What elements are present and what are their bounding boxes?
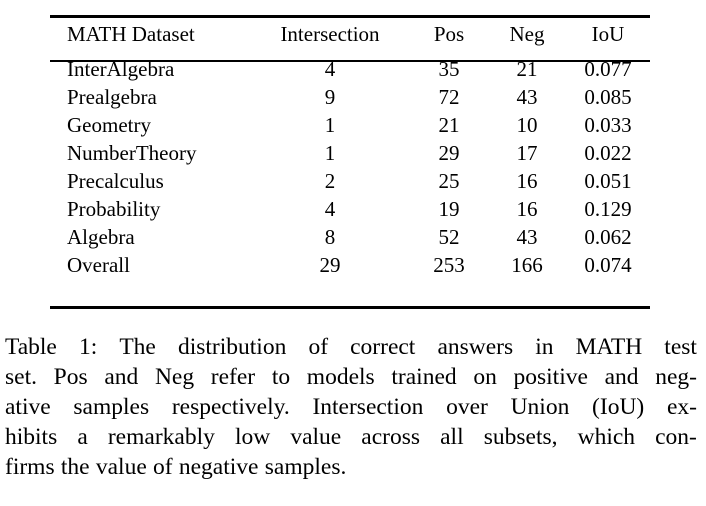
cell-pos: 253	[433, 253, 465, 277]
table-caption: Table 1: The distribution of correct answers in…	[5, 332, 697, 482]
cell-dataset: Precalculus	[67, 169, 164, 193]
cell-dataset: Prealgebra	[67, 85, 157, 109]
cell-iou: 0.129	[584, 197, 632, 221]
cell-neg: 16	[516, 197, 538, 221]
column-header-iou: IoU	[591, 22, 625, 46]
cell-intersection: 9	[324, 85, 336, 109]
cell-intersection: 2	[324, 169, 336, 193]
cell-intersection: 1	[324, 113, 336, 137]
table-row: Precalculus 2 25 16 0.051	[50, 167, 650, 195]
cell-neg: 166	[511, 253, 543, 277]
table-body: InterAlgebra 4 35 21 0.077 Prealgebra 9 …	[50, 55, 650, 279]
table-header-rule	[50, 60, 650, 62]
math-dataset-table: MATH Dataset Intersection Pos Neg IoU In…	[50, 15, 650, 279]
cell-iou: 0.051	[584, 169, 632, 193]
table-header: MATH Dataset Intersection Pos Neg IoU	[50, 15, 650, 55]
table-row: NumberTheory 1 29 17 0.022	[50, 139, 650, 167]
cell-neg: 43	[516, 85, 538, 109]
cell-iou: 0.085	[584, 85, 632, 109]
cell-dataset: NumberTheory	[67, 141, 197, 165]
table-row: Probability 4 19 16 0.129	[50, 195, 650, 223]
cell-neg: 16	[516, 169, 538, 193]
cell-iou: 0.074	[584, 253, 632, 277]
cell-pos: 25	[438, 169, 460, 193]
table-row: Overall 29 253 166 0.074	[50, 251, 650, 279]
cell-neg: 10	[516, 113, 538, 137]
cell-iou: 0.022	[584, 141, 632, 165]
column-header-pos: Pos	[433, 22, 465, 46]
table-row: Geometry 1 21 10 0.033	[50, 111, 650, 139]
cell-dataset: Overall	[67, 253, 130, 277]
caption-line-2: set. Pos and Neg refer to models trained on posit…	[5, 364, 697, 390]
cell-intersection: 8	[324, 225, 336, 249]
cell-dataset: Algebra	[67, 225, 135, 249]
cell-intersection: 4	[324, 197, 336, 221]
table-header-row: MATH Dataset Intersection Pos Neg IoU	[50, 15, 650, 55]
cell-pos: 52	[438, 225, 460, 249]
table-bottom-rule	[50, 306, 650, 309]
table-container: MATH Dataset Intersection Pos Neg IoU In…	[50, 15, 650, 309]
cell-intersection: 1	[324, 141, 336, 165]
cell-neg: 17	[516, 141, 538, 165]
table-row: Prealgebra 9 72 43 0.085	[50, 83, 650, 111]
cell-iou: 0.062	[584, 225, 632, 249]
caption-line-4: hibits a remarkably low value across all subset…	[5, 424, 697, 450]
cell-dataset: Probability	[67, 197, 161, 221]
cell-dataset: Geometry	[67, 113, 151, 137]
cell-pos: 19	[438, 197, 460, 221]
cell-intersection: 29	[319, 253, 341, 277]
table-row: Algebra 8 52 43 0.062	[50, 223, 650, 251]
table-figure-page: MATH Dataset Intersection Pos Neg IoU In…	[0, 0, 706, 506]
caption-line-5: firms the value of negative samples.	[5, 454, 347, 480]
cell-pos: 72	[438, 85, 460, 109]
table-top-rule	[50, 15, 650, 18]
cell-neg: 43	[516, 225, 538, 249]
column-header-neg: Neg	[509, 22, 545, 46]
cell-iou: 0.033	[584, 113, 632, 137]
column-header-intersection: Intersection	[280, 22, 380, 46]
caption-line-1: Table 1: The distribution of correct answers in…	[5, 334, 697, 360]
caption-line-3: ative samples respectively. Intersection ove…	[5, 394, 697, 420]
column-header-dataset: MATH Dataset	[67, 22, 195, 46]
cell-pos: 21	[438, 113, 460, 137]
cell-pos: 29	[438, 141, 460, 165]
